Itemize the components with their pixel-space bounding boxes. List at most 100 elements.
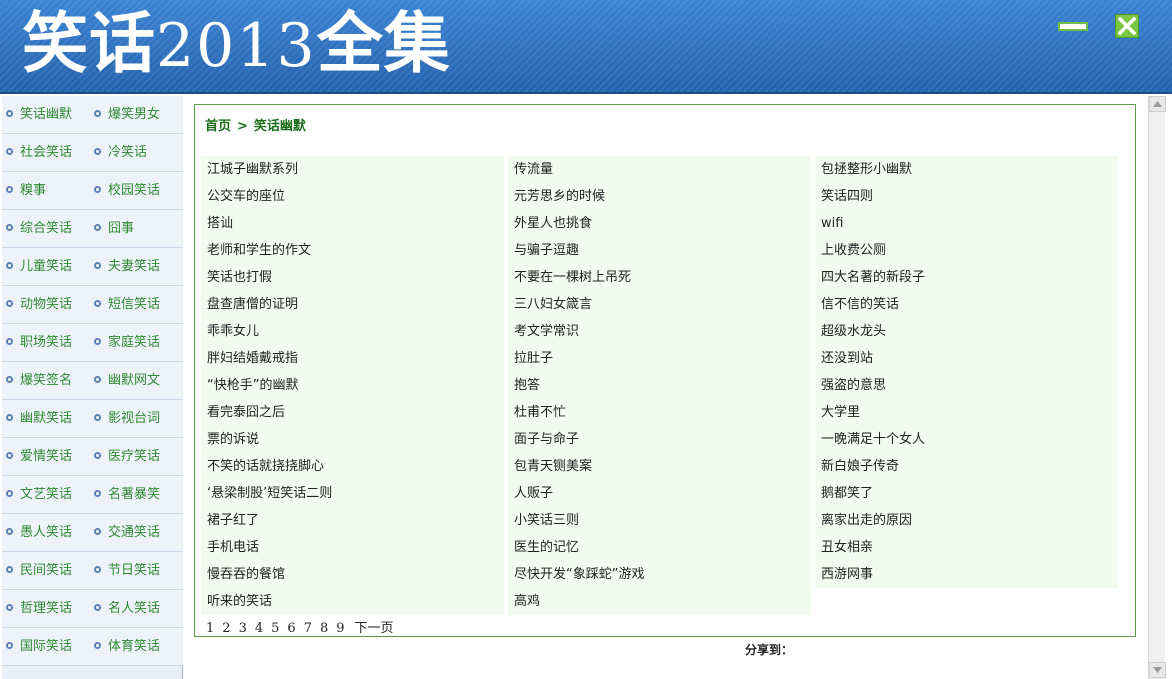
sidebar-category-link[interactable]: 医疗笑话 [94,438,182,475]
page-number-link[interactable]: 6 [287,621,295,636]
sidebar-category-link[interactable]: 职场笑话 [6,324,92,361]
article-link[interactable]: 鹅都笑了 [815,480,1118,507]
vertical-scrollbar[interactable] [1148,96,1166,679]
article-link[interactable]: 超级水龙头 [815,318,1118,345]
sidebar-category-link[interactable]: 爆笑签名 [6,362,92,399]
sidebar-category-link[interactable]: 名著暴笑 [94,476,182,513]
article-link[interactable]: 医生的记忆 [508,534,811,561]
sidebar-category-link[interactable]: 囧事 [94,210,182,247]
sidebar-category-label: 影视台词 [108,411,161,426]
article-link[interactable]: 包拯整形小幽默 [815,156,1118,183]
article-link[interactable]: 考文学常识 [508,318,811,345]
article-link[interactable]: 四大名著的新段子 [815,264,1118,291]
page-number-link[interactable]: 4 [255,621,263,636]
sidebar-category-link[interactable]: 糗事 [6,172,92,209]
sidebar-category-link[interactable]: 交通笑话 [94,514,182,551]
article-link[interactable]: 一晚满足十个女人 [815,426,1118,453]
article-link[interactable]: 看完泰囧之后 [201,399,504,426]
sidebar-category-link[interactable]: 校园笑话 [94,172,182,209]
sidebar-category-link[interactable]: 名人笑话 [94,590,182,627]
article-link[interactable]: 杜甫不忙 [508,399,811,426]
article-link[interactable]: 信不信的笑话 [815,291,1118,318]
article-link[interactable]: 上收费公厕 [815,237,1118,264]
article-link[interactable]: 与骗子逗趣 [508,237,811,264]
article-link[interactable]: 笑话四则 [815,183,1118,210]
page-number-link[interactable]: 2 [222,621,230,636]
article-link[interactable]: 丑女相亲 [815,534,1118,561]
page-number-link[interactable]: 8 [320,621,328,636]
next-page-link[interactable]: 下一页 [355,621,394,636]
article-link[interactable]: 票的诉说 [201,426,504,453]
article-link[interactable]: 抱答 [508,372,811,399]
article-link[interactable]: 还没到站 [815,345,1118,372]
article-link[interactable]: 老师和学生的作文 [201,237,504,264]
sidebar-category-link[interactable]: 愚人笑话 [6,514,92,551]
article-link[interactable]: 不要在一棵树上吊死 [508,264,811,291]
minimize-button[interactable] [1058,14,1088,38]
sidebar-category-link[interactable]: 夫妻笑话 [94,248,182,285]
page-number-link[interactable]: 3 [239,621,247,636]
sidebar-category-link[interactable]: 幽默笑话 [6,400,92,437]
sidebar-category-link[interactable]: 幽默网文 [94,362,182,399]
article-link[interactable]: 包青天铡美案 [508,453,811,480]
article-link[interactable]: 强盗的意思 [815,372,1118,399]
article-link[interactable]: 高鸡 [508,588,811,615]
page-number-link[interactable]: 9 [336,621,344,636]
article-link[interactable]: 新白娘子传奇 [815,453,1118,480]
scroll-down-button[interactable] [1149,662,1166,678]
article-link[interactable]: “快枪手”的幽默 [201,372,504,399]
page-number-link[interactable]: 7 [304,621,312,636]
sidebar-category-link[interactable]: 笑话幽默 [6,96,92,133]
page-number-link[interactable]: 1 [206,621,214,636]
article-link[interactable]: 公交车的座位 [201,183,504,210]
sidebar-category-link[interactable]: 动物笑话 [6,286,92,323]
article-link[interactable]: 拉肚子 [508,345,811,372]
sidebar-category-link[interactable]: 民间笑话 [6,552,92,589]
article-link[interactable]: 大学里 [815,399,1118,426]
article-link[interactable]: 面子与命子 [508,426,811,453]
content-panel: 首页 > 笑话幽默 江城子幽默系列 公交车的座位 搭讪 老师和学生的作文 笑话也打假 盘查唐僧… [194,104,1136,637]
breadcrumb-home-link[interactable]: 首页 [205,119,231,134]
article-link[interactable]: 裙子红了 [201,507,504,534]
sidebar-category-link[interactable]: 影视台词 [94,400,182,437]
sidebar-category-link[interactable]: 儿童笑话 [6,248,92,285]
article-link[interactable]: 传流量 [508,156,811,183]
sidebar-category-link[interactable]: 社会笑话 [6,134,92,171]
article-link[interactable]: 慢吞吞的餐馆 [201,561,504,588]
article-link[interactable]: 外星人也挑食 [508,210,811,237]
article-link[interactable]: 小笑话三则 [508,507,811,534]
sidebar-category-link[interactable]: 家庭笑话 [94,324,182,361]
sidebar-category-link[interactable]: 爆笑男女 [94,96,182,133]
article-link[interactable]: 离家出走的原因 [815,507,1118,534]
article-link[interactable]: 笑话也打假 [201,264,504,291]
sidebar-category-link[interactable]: 爱情笑话 [6,438,92,475]
article-link[interactable]: 人贩子 [508,480,811,507]
sidebar-category-link[interactable]: 节日笑话 [94,552,182,589]
article-link[interactable]: 听来的笑话 [201,588,504,615]
article-link[interactable]: 西游网事 [815,561,1118,588]
sidebar-category-link[interactable]: 文艺笑话 [6,476,92,513]
article-link[interactable]: 尽快开发“象踩蛇”游戏 [508,561,811,588]
article-link[interactable]: 乖乖女儿 [201,318,504,345]
sidebar-category-link[interactable]: 国际笑话 [6,628,92,665]
article-link[interactable]: 不笑的话就挠挠脚心 [201,453,504,480]
close-button[interactable] [1115,14,1139,38]
article-link[interactable]: ‘悬梁制股’短笑话二则 [201,480,504,507]
article-link[interactable]: wifi [815,210,1118,237]
article-link[interactable]: 元芳思乡的时候 [508,183,811,210]
article-link[interactable]: 三八妇女箴言 [508,291,811,318]
article-link[interactable]: 胖妇结婚戴戒指 [201,345,504,372]
sidebar-category-link[interactable]: 体育笑话 [94,628,182,665]
sidebar-category-link[interactable]: 短信笑话 [94,286,182,323]
bullet-icon [94,262,101,269]
article-link[interactable]: 江城子幽默系列 [201,156,504,183]
sidebar-category-link[interactable]: 哲理笑话 [6,590,92,627]
scroll-up-button[interactable] [1149,96,1166,112]
sidebar-category-link[interactable]: 综合笑话 [6,210,92,247]
sidebar-category-link[interactable]: 冷笑话 [94,134,182,171]
breadcrumb-current-link[interactable]: 笑话幽默 [254,119,306,134]
page-number-link[interactable]: 5 [271,621,279,636]
article-link[interactable]: 盘查唐僧的证明 [201,291,504,318]
article-link[interactable]: 搭讪 [201,210,504,237]
article-link[interactable]: 手机电话 [201,534,504,561]
